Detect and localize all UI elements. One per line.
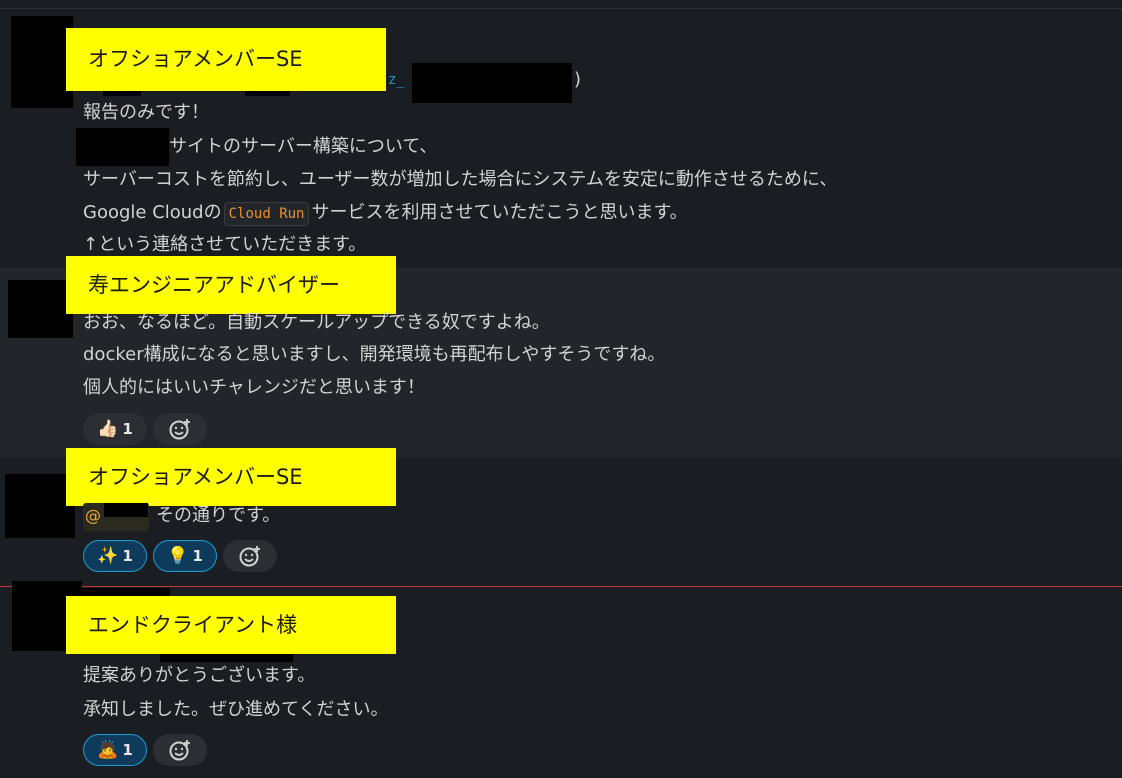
reaction-count: 1 [122, 547, 133, 565]
message-text: 報告のみです！ [83, 102, 209, 123]
add-reaction-button[interactable] [153, 413, 207, 445]
add-emoji-reaction-icon [169, 419, 190, 440]
reaction-bowing[interactable]: 🙇 1 [83, 734, 147, 766]
message-text: サイトのサーバー構築について、 [169, 136, 438, 157]
inline-code: Cloud Run [223, 202, 310, 226]
add-emoji-reaction-icon [239, 546, 260, 567]
reaction-count: 1 [122, 420, 133, 438]
message-text: サービスを利用させていただこうと思います。 [311, 202, 688, 223]
reaction-light-bulb[interactable]: 💡 1 [153, 540, 217, 572]
message-text: ↑という連絡させていただきます。 [83, 234, 367, 255]
message-text: Google Cloudの [83, 202, 222, 223]
role-label: 寿エンジニアアドバイザー [66, 256, 396, 314]
redacted-block [412, 63, 572, 103]
reaction-thumbs-up[interactable]: 👍🏻 1 [83, 413, 147, 445]
message-text: おお、なるほど。自動スケールアップできる奴ですよね。 [83, 312, 550, 333]
message-2: 寿エンジニアアドバイザー おお、なるほど。自動スケールアップできる奴ですよね。 … [0, 256, 1122, 458]
reaction-sparkles[interactable]: ✨ 1 [83, 540, 147, 572]
mention-fragment[interactable]: z_ [388, 69, 405, 91]
reaction-count: 1 [192, 547, 203, 565]
message-text: 提案ありがとうございます。 [83, 665, 316, 686]
message-text: 承知しました。ぜひ進めてください。 [83, 699, 389, 720]
avatar[interactable] [5, 474, 75, 538]
top-divider [0, 0, 1122, 9]
redacted-block [76, 128, 169, 166]
reaction-count: 1 [122, 741, 133, 759]
role-label: エンドクライアント様 [66, 596, 396, 654]
message-text: docker構成になると思いますし、開発環境も再配布しやすそうですね。 [83, 344, 666, 365]
role-label: オフショアメンバーSE [66, 28, 386, 91]
message-text-line: Google Cloudの Cloud Run サービスを利用させていただこうと思い… [83, 202, 688, 226]
header-paren: ) [574, 69, 582, 90]
sparkles-icon: ✨ [97, 545, 119, 566]
mention-at-symbol: @ [85, 506, 101, 525]
role-label: オフショアメンバーSE [66, 448, 396, 506]
light-bulb-icon: 💡 [167, 545, 189, 566]
add-reaction-button[interactable] [153, 734, 207, 766]
new-messages-divider [0, 586, 1122, 587]
redacted-block [104, 503, 148, 517]
thumbs-up-icon: 👍🏻 [97, 418, 119, 439]
bowing-person-icon: 🙇 [97, 739, 119, 760]
avatar[interactable] [11, 16, 73, 108]
avatar[interactable] [8, 280, 73, 338]
add-emoji-reaction-icon [169, 740, 190, 761]
message-text: サーバーコストを節約し、ユーザー数が増加した場合にシステムを安定に動作させるため… [83, 169, 838, 190]
message-text: その通りです。 [156, 505, 281, 526]
add-reaction-button[interactable] [223, 540, 277, 572]
message-text: 個人的にはいいチャレンジだと思います！ [83, 377, 425, 398]
